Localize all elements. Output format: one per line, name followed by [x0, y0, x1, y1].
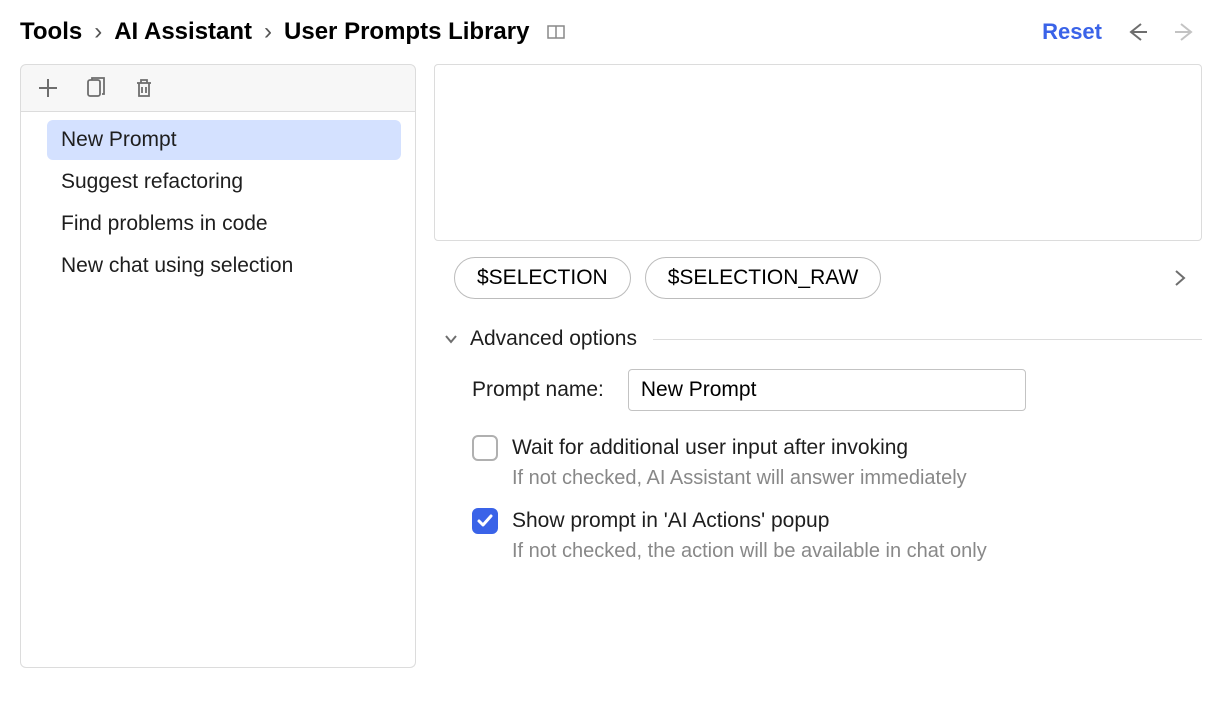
prompt-name-label: Prompt name: — [472, 378, 604, 402]
breadcrumb-tools[interactable]: Tools — [20, 18, 82, 46]
nav-forward-button[interactable] — [1172, 19, 1198, 45]
chevron-right-icon: › — [94, 18, 102, 46]
variable-pill-selection-raw[interactable]: $SELECTION_RAW — [645, 257, 882, 299]
show-popup-label: Show prompt in 'AI Actions' popup — [512, 509, 829, 533]
list-item[interactable]: Suggest refactoring — [47, 162, 401, 202]
nav-back-button[interactable] — [1124, 19, 1150, 45]
list-item[interactable]: Find problems in code — [47, 204, 401, 244]
prompt-editor[interactable] — [434, 64, 1202, 241]
show-popup-row: Show prompt in 'AI Actions' popup If not… — [434, 508, 1202, 563]
delete-icon[interactable] — [131, 75, 157, 101]
chevron-right-icon: › — [264, 18, 272, 46]
variable-pill-row: $SELECTION $SELECTION_RAW — [434, 257, 1202, 299]
header: Tools › AI Assistant › User Prompts Libr… — [0, 0, 1222, 64]
chevron-down-icon — [442, 330, 460, 348]
add-icon[interactable] — [35, 75, 61, 101]
header-actions: Reset — [1042, 19, 1198, 45]
wait-input-label: Wait for additional user input after inv… — [512, 436, 908, 460]
variable-pill-selection[interactable]: $SELECTION — [454, 257, 631, 299]
wait-input-checkbox[interactable] — [472, 435, 498, 461]
show-popup-help: If not checked, the action will be avail… — [472, 540, 1202, 563]
breadcrumb: Tools › AI Assistant › User Prompts Libr… — [20, 18, 567, 46]
wait-input-row: Wait for additional user input after inv… — [434, 435, 1202, 490]
prompt-list: New Prompt Suggest refactoring Find prob… — [20, 112, 416, 668]
more-variables-icon[interactable] — [1168, 266, 1192, 290]
reset-button[interactable]: Reset — [1042, 19, 1102, 45]
prompt-name-input[interactable] — [628, 369, 1026, 411]
show-popup-checkbox[interactable] — [472, 508, 498, 534]
list-item[interactable]: New chat using selection — [47, 246, 401, 286]
breadcrumb-user-prompts[interactable]: User Prompts Library — [284, 18, 529, 46]
main-content: New Prompt Suggest refactoring Find prob… — [0, 64, 1222, 668]
list-item[interactable]: New Prompt — [47, 120, 401, 160]
advanced-options-header[interactable]: Advanced options — [434, 327, 1202, 351]
divider — [653, 339, 1202, 340]
right-panel: $SELECTION $SELECTION_RAW Advanced optio… — [434, 64, 1202, 668]
breadcrumb-ai-assistant[interactable]: AI Assistant — [114, 18, 252, 46]
advanced-options-title: Advanced options — [470, 327, 637, 351]
copy-icon[interactable] — [83, 75, 109, 101]
expand-window-icon[interactable] — [547, 24, 567, 40]
wait-input-help: If not checked, AI Assistant will answer… — [472, 467, 1202, 490]
sidebar: New Prompt Suggest refactoring Find prob… — [20, 64, 416, 668]
sidebar-toolbar — [20, 64, 416, 112]
prompt-name-row: Prompt name: — [434, 369, 1202, 411]
